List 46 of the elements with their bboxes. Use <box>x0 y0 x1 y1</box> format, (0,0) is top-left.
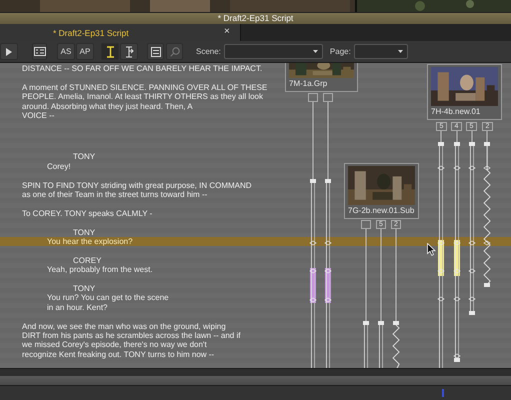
page-label: Page: <box>330 47 351 56</box>
dialogue-line: Yeah, probably from the west. <box>47 265 153 275</box>
page-button[interactable] <box>147 43 164 60</box>
dialogue-line: You hear the explosion? <box>47 237 133 246</box>
action-paragraph: To COREY. TONY speaks CALMLY - <box>22 208 152 218</box>
play-icon <box>6 48 12 56</box>
track-port[interactable] <box>361 220 371 229</box>
position-marker-icon <box>442 389 444 397</box>
action-paragraph: SPIN TO FIND TONY striding with great purpose, IN COMMAND as one of their Team in the street turns toward him -- <box>22 180 252 200</box>
character-name: TONY <box>73 284 96 294</box>
dialogue-line: Corey! <box>47 162 71 172</box>
script-tab[interactable]: * Draft2-Ep31 Script × <box>0 24 241 41</box>
clip-node[interactable]: 7G-2b.new.01.Sub <box>344 163 419 219</box>
caret-icon <box>312 50 318 53</box>
tab-label: * Draft2-Ep31 Script <box>53 28 129 38</box>
action-paragraph: And now, we see the man who was on the ground, wiping DIRT from his pants as he scrambles across the lawn -- and if we missed Corey's episode, there's no way we don't recognize Kent freaking out. TONY turns to him now -- <box>22 322 240 360</box>
scroll-bar[interactable] <box>0 376 511 385</box>
text-cursor-split-icon <box>124 46 134 58</box>
mouse-cursor-icon <box>427 243 436 256</box>
toolbar-button[interactable]: AS <box>57 43 75 60</box>
split-button[interactable] <box>120 43 138 60</box>
clip-name: 7M-1a.Grp <box>289 78 328 89</box>
action-paragraph: DISTANCE -- SO FAR OFF WE CAN BARELY HEAR THE IMPACT. <box>22 64 262 74</box>
search-icon <box>170 46 180 56</box>
toolbar-button[interactable]: AP <box>76 43 94 60</box>
caret-icon <box>398 50 403 53</box>
clip-node[interactable]: 7H-4b.new.01 <box>427 64 502 120</box>
scene-label: Scene: <box>196 47 221 56</box>
character-name: COREY <box>73 256 102 266</box>
list-icon <box>34 47 46 56</box>
character-name: TONY <box>73 228 96 238</box>
ibeam-button[interactable] <box>101 43 119 60</box>
list-button[interactable] <box>32 43 47 60</box>
page-icon <box>150 46 160 56</box>
dialogue-line: You run? You can get to the scene in an hour. Kent? <box>47 293 169 312</box>
scene-dropdown[interactable] <box>224 44 323 59</box>
text-cursor-icon <box>106 46 114 58</box>
close-icon[interactable]: × <box>224 27 230 37</box>
window-title: * Draft2-Ep31 Script <box>218 14 294 23</box>
clip-node[interactable]: 7M-1a.Grp <box>285 63 358 92</box>
character-name: TONY <box>73 152 96 162</box>
clip-name: 7G-2b.new.01.Sub <box>348 205 415 216</box>
page-dropdown[interactable] <box>354 44 408 59</box>
play-button[interactable] <box>0 43 18 60</box>
action-paragraph: A moment of STUNNED SILENCE. PANNING OVER ALL OF THESE PEOPLE. Amelia, Imanol. At least THIRTY OTHERS as they all look around. Absorbing what they just heard. Then, A VOICE -- <box>22 82 268 120</box>
clip-name: 7H-4b.new.01 <box>431 106 482 117</box>
